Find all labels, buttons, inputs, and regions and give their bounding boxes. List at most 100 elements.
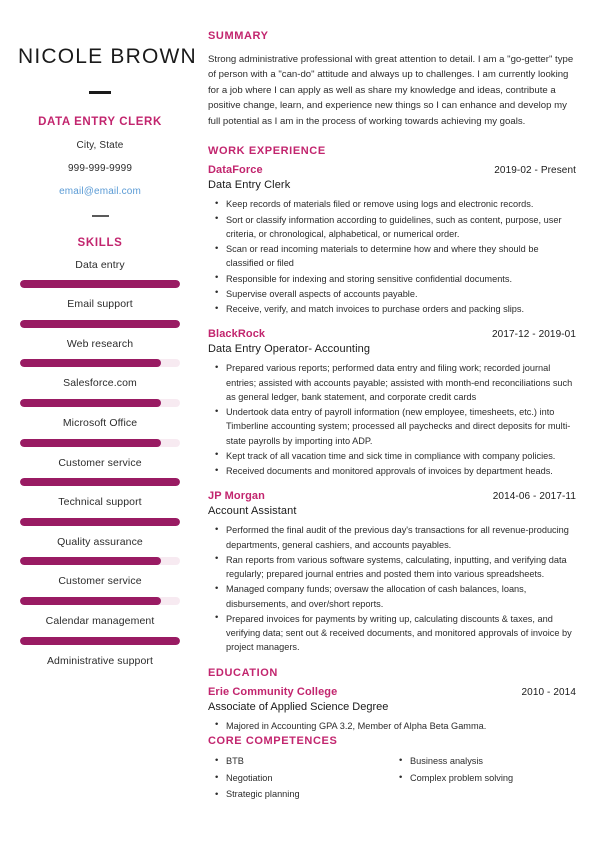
competences-column-right: Business analysisComplex problem solving: [392, 753, 576, 804]
bullet-item: Prepared invoices for payments by writin…: [215, 611, 576, 655]
core-competences-section: CORE COMPETENCES BTBNegotiationStrategic…: [208, 735, 576, 804]
skill-level-fill: [20, 636, 180, 645]
skill-item: Email support: [18, 298, 182, 328]
skill-label: Microsoft Office: [62, 417, 138, 430]
bullet-item: Received documents and monitored approva…: [215, 463, 576, 478]
competence-item: BTB: [215, 753, 392, 770]
skill-level-bar: [20, 557, 180, 566]
competences-column-left: BTBNegotiationStrategic planning: [208, 753, 392, 804]
skill-level-fill: [20, 438, 161, 447]
education-heading: EDUCATION: [208, 666, 278, 679]
skill-level-bar: [20, 280, 180, 289]
bullet-item: Scan or read incoming materials to deter…: [215, 242, 576, 271]
skill-item: Microsoft Office: [18, 417, 182, 447]
skill-item: Customer service: [18, 457, 182, 487]
bullet-item: Keep records of materials filed or remov…: [215, 197, 576, 212]
experience-header: DataForce 2019-02 - Present: [208, 164, 576, 176]
skill-label: Customer service: [58, 575, 142, 588]
bullet-item: Managed company funds; oversaw the alloc…: [215, 582, 576, 611]
competence-item: Negotiation: [215, 770, 392, 787]
education-entry: Erie Community College 2010 - 2014 Associa…: [208, 686, 576, 733]
skill-label: Customer service: [58, 456, 142, 469]
skill-level-bar: [20, 596, 180, 605]
contact-divider: [91, 214, 109, 217]
experience-role: Data Entry Clerk: [208, 179, 291, 192]
competence-item: Strategic planning: [215, 787, 392, 803]
summary-text: Strong administrative professional with …: [208, 53, 574, 127]
skill-level-bar: [20, 319, 180, 328]
experience-dates: 2014-06 - 2017-11: [492, 491, 576, 503]
bullet-item: Supervise overall aspects of accounts pa…: [215, 286, 576, 301]
bullet-list: Keep records of materials filed or remov…: [208, 197, 576, 317]
competence-item: Complex problem solving: [399, 770, 576, 787]
sidebar: NICOLE BROWN DATA ENTRY CLERK City, Stat…: [0, 0, 200, 842]
bullet-item: Responsible for indexing and storing sen…: [215, 271, 576, 286]
skill-level-bar: [20, 636, 180, 645]
skill-item: Quality assurance: [18, 536, 182, 566]
bullet-list: Prepared various reports; performed data…: [208, 361, 576, 479]
skill-item: Salesforce.com: [18, 377, 182, 408]
skill-item: Technical support: [18, 496, 182, 526]
skill-item: Web research: [18, 338, 182, 368]
skill-level-fill: [20, 319, 180, 328]
experience-role: Data Entry Operator- Accounting: [208, 343, 371, 356]
experience-list: DataForce 2019-02 - Present Data Entry Cle…: [208, 164, 576, 654]
experience-company: DataForce: [208, 164, 263, 177]
skills-list: Data entry Email support Web research Sales…: [18, 259, 182, 668]
bullet-item: Performed the final audit of the previou…: [215, 523, 576, 552]
candidate-name: NICOLE BROWN: [18, 45, 197, 68]
skill-label: Email support: [67, 298, 133, 311]
bullet-item: Undertook data entry of payroll informat…: [215, 405, 576, 448]
bullet-list: Performed the final audit of the previou…: [208, 523, 576, 654]
skill-level-bar: [20, 359, 180, 368]
bullet-item: Kept track of all vacation time and sick…: [215, 448, 576, 463]
skill-label: Technical support: [58, 496, 142, 509]
contact-email-link[interactable]: email@email.com: [18, 186, 182, 197]
experience-header: JP Morgan 2014-06 - 2017-11: [208, 490, 576, 502]
competences-columns: BTBNegotiationStrategic planning Busines…: [208, 753, 576, 804]
skill-label: Data entry: [75, 258, 125, 271]
experience-role: Account Assistant: [208, 505, 297, 518]
skill-label: Salesforce.com: [63, 377, 137, 390]
skill-level-fill: [20, 280, 180, 289]
skill-level-bar: [20, 478, 180, 487]
experience-dates: 2017-12 - 2019-01: [492, 329, 576, 341]
skill-item: Data entry: [18, 259, 182, 289]
experience-entry: DataForce 2019-02 - Present Data Entry Cle…: [208, 164, 576, 316]
work-experience-section: WORK EXPERIENCE DataForce 2019-02 - Prese…: [208, 145, 576, 654]
summary-heading: SUMMARY: [208, 30, 269, 42]
experience-company: JP Morgan: [208, 490, 265, 503]
education-degree: Associate of Applied Science Degree: [208, 700, 389, 713]
education-section: EDUCATION Erie Community College 2010 - 2…: [208, 667, 576, 733]
bullet-item: Sort or classify information according t…: [215, 212, 576, 242]
skill-item: Administrative support: [18, 655, 182, 668]
education-school: Erie Community College: [208, 685, 338, 698]
skill-label: Calendar management: [45, 614, 155, 627]
skill-level-fill: [20, 399, 161, 408]
skill-item: Calendar management: [18, 615, 182, 645]
bullet-item: Prepared various reports; performed data…: [215, 361, 576, 404]
skill-level-bar: [20, 438, 180, 447]
skill-level-fill: [20, 557, 161, 566]
skill-level-bar: [20, 399, 180, 408]
skills-heading: SKILLS: [77, 236, 123, 249]
competences-left-list: BTBNegotiationStrategic planning: [208, 753, 392, 803]
contact-location: City, State: [76, 139, 124, 151]
contact-phone: 999-999-9999: [67, 162, 133, 174]
education-header: Erie Community College 2010 - 2014: [208, 686, 576, 698]
skill-label: Quality assurance: [57, 535, 143, 548]
skill-level-fill: [20, 517, 180, 526]
skill-item: Customer service: [18, 575, 182, 605]
skill-level-fill: [20, 359, 161, 368]
competences-right-list: Business analysisComplex problem solving: [392, 753, 576, 787]
bullet-item: Majored in Accounting GPA 3.2, Member of…: [215, 718, 576, 733]
candidate-job-title: DATA ENTRY CLERK: [38, 115, 162, 128]
skill-level-fill: [20, 478, 180, 487]
skill-label: Web research: [66, 337, 134, 350]
bullet-list: Majored in Accounting GPA 3.2, Member of…: [208, 718, 576, 733]
name-divider: [89, 91, 111, 94]
competence-item: Business analysis: [399, 753, 576, 770]
bullet-item: Ran reports from various software system…: [215, 552, 576, 582]
resume-page: NICOLE BROWN DATA ENTRY CLERK City, Stat…: [0, 0, 594, 842]
main-content: SUMMARY Strong administrative profession…: [200, 0, 594, 842]
